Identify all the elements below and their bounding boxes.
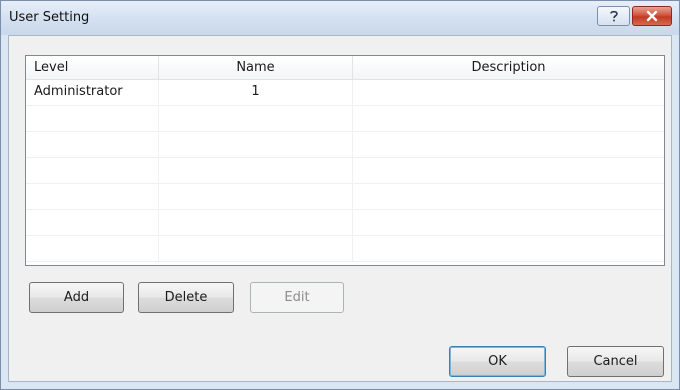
table-row[interactable] xyxy=(26,210,664,236)
table-header: Level Name Description xyxy=(26,56,664,80)
dialog-body: Level Name Description Administrator 1 A… xyxy=(8,35,672,382)
cell-level xyxy=(26,210,159,235)
user-setting-dialog: User Setting Level Name Description Admi… xyxy=(0,0,680,390)
cell-name xyxy=(159,158,353,183)
close-button[interactable] xyxy=(632,6,672,26)
table-row[interactable] xyxy=(26,106,664,132)
window-title: User Setting xyxy=(9,10,90,25)
cell-description xyxy=(353,80,664,105)
cell-description xyxy=(353,106,664,131)
cell-name xyxy=(159,106,353,131)
title-bar[interactable]: User Setting xyxy=(1,1,679,35)
delete-button[interactable]: Delete xyxy=(138,282,234,313)
table-row[interactable] xyxy=(26,184,664,210)
help-button[interactable] xyxy=(597,6,630,26)
cell-level: Administrator xyxy=(26,80,159,105)
table-row[interactable] xyxy=(26,132,664,158)
cell-level xyxy=(26,236,159,261)
add-button[interactable]: Add xyxy=(29,282,124,313)
cell-name xyxy=(159,132,353,157)
column-header-description[interactable]: Description xyxy=(353,56,664,79)
cell-level xyxy=(26,106,159,131)
cell-description xyxy=(353,184,664,209)
column-header-level[interactable]: Level xyxy=(26,56,159,79)
cell-name: 1 xyxy=(159,80,353,105)
column-header-name[interactable]: Name xyxy=(159,56,353,79)
close-icon xyxy=(646,10,658,22)
cancel-button[interactable]: Cancel xyxy=(567,346,664,377)
cell-level xyxy=(26,158,159,183)
table-row[interactable]: Administrator 1 xyxy=(26,80,664,106)
cell-level xyxy=(26,132,159,157)
edit-button[interactable]: Edit xyxy=(250,282,344,313)
cell-level xyxy=(26,184,159,209)
cell-description xyxy=(353,236,664,261)
cell-name xyxy=(159,236,353,261)
cell-description xyxy=(353,210,664,235)
cell-description xyxy=(353,158,664,183)
cell-name xyxy=(159,184,353,209)
cell-name xyxy=(159,210,353,235)
table-row[interactable] xyxy=(26,158,664,184)
cell-description xyxy=(353,132,664,157)
help-icon xyxy=(609,10,618,22)
users-table[interactable]: Level Name Description Administrator 1 xyxy=(25,55,665,266)
ok-button[interactable]: OK xyxy=(449,346,546,377)
table-row[interactable] xyxy=(26,236,664,262)
